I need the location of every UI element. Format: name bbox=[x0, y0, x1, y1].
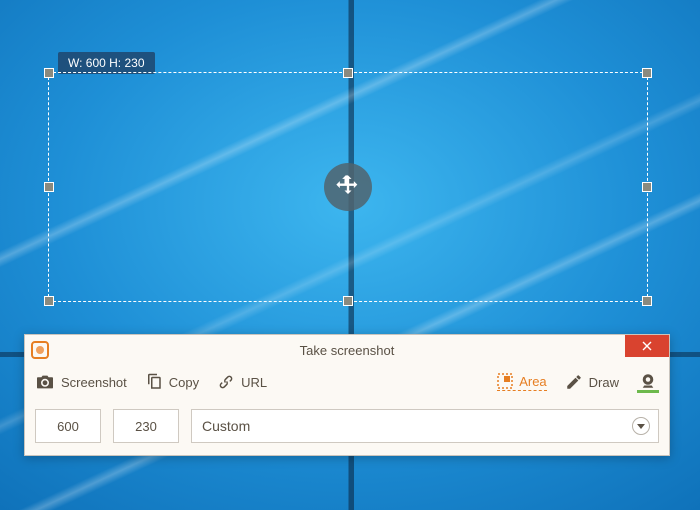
copy-button[interactable]: Copy bbox=[145, 373, 199, 391]
area-icon bbox=[497, 373, 513, 389]
area-label: Area bbox=[519, 374, 546, 389]
area-button[interactable]: Area bbox=[497, 373, 546, 391]
dropdown-toggle[interactable] bbox=[632, 417, 650, 435]
draw-button[interactable]: Draw bbox=[565, 373, 619, 391]
camera-icon bbox=[35, 374, 55, 390]
screenshot-label: Screenshot bbox=[61, 375, 127, 390]
resize-handle-top-right[interactable] bbox=[642, 68, 652, 78]
url-button[interactable]: URL bbox=[217, 373, 267, 391]
resize-handle-middle-right[interactable] bbox=[642, 182, 652, 192]
webcam-icon bbox=[639, 372, 657, 390]
resize-handle-bottom-right[interactable] bbox=[642, 296, 652, 306]
toolbar: Screenshot Copy URL Area Draw bbox=[25, 365, 669, 399]
resize-handle-bottom-middle[interactable] bbox=[343, 296, 353, 306]
preset-value: Custom bbox=[202, 418, 250, 434]
webcam-button[interactable] bbox=[637, 371, 659, 393]
resize-handle-middle-left[interactable] bbox=[44, 182, 54, 192]
preset-dropdown[interactable]: Custom bbox=[191, 409, 659, 443]
titlebar: Take screenshot bbox=[25, 335, 669, 365]
height-input[interactable] bbox=[113, 409, 179, 443]
pencil-icon bbox=[565, 373, 583, 391]
size-inputs-row: Custom bbox=[25, 399, 669, 455]
draw-label: Draw bbox=[589, 375, 619, 390]
screenshot-panel: Take screenshot Screenshot Copy URL bbox=[24, 334, 670, 456]
selection-rectangle[interactable] bbox=[48, 72, 648, 302]
chevron-down-icon bbox=[637, 424, 645, 429]
link-icon bbox=[217, 373, 235, 391]
move-arrows-icon bbox=[334, 173, 362, 201]
resize-handle-top-left[interactable] bbox=[44, 68, 54, 78]
copy-icon bbox=[145, 373, 163, 391]
resize-handle-top-middle[interactable] bbox=[343, 68, 353, 78]
url-label: URL bbox=[241, 375, 267, 390]
close-icon bbox=[642, 341, 652, 351]
window-title: Take screenshot bbox=[25, 343, 669, 358]
width-input[interactable] bbox=[35, 409, 101, 443]
screenshot-button[interactable]: Screenshot bbox=[35, 374, 127, 390]
copy-label: Copy bbox=[169, 375, 199, 390]
close-button[interactable] bbox=[625, 335, 669, 357]
move-handle[interactable] bbox=[324, 163, 372, 211]
resize-handle-bottom-left[interactable] bbox=[44, 296, 54, 306]
selection-dimensions-label: W: 600 H: 230 bbox=[58, 52, 155, 74]
